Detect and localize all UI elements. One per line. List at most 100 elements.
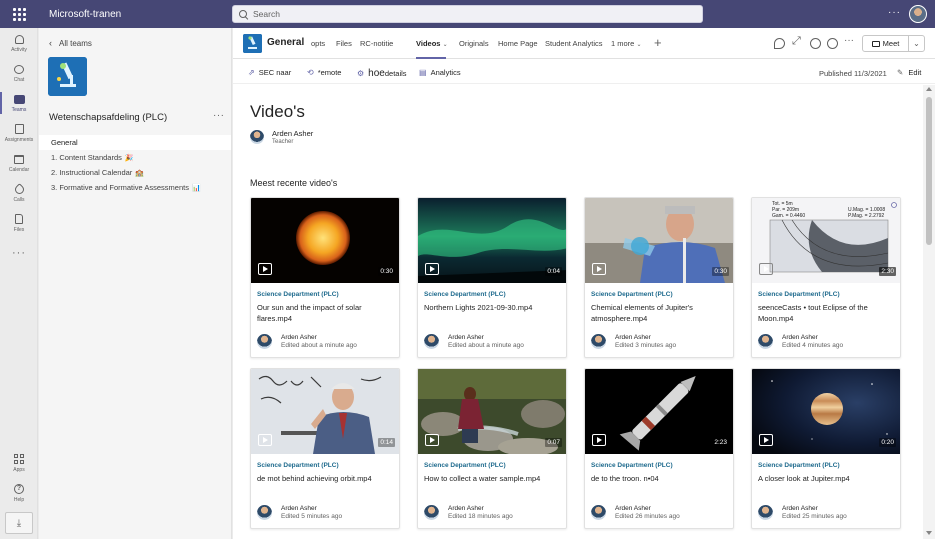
add-tab-icon[interactable]: + xyxy=(654,35,662,50)
tab-videos[interactable]: Videos ⌄ xyxy=(416,39,448,48)
published-date: Published 11/3/2021 xyxy=(819,69,887,78)
rail-item-files[interactable]: Files xyxy=(0,208,38,238)
video-title[interactable]: Our sun and the impact of solar flares.m… xyxy=(257,303,397,324)
command-bar: ⇗ SEC naar ⟲ *emote ⚙ hoe details ▤ Anal… xyxy=(233,60,935,84)
video-department[interactable]: Science Department (PLC) xyxy=(758,462,840,469)
avatar xyxy=(758,334,773,349)
video-card[interactable]: Tot. = 5m Par. = 209m Gam. = 0.4460 U.Ma… xyxy=(751,197,901,358)
video-title[interactable]: de to the troon. n•04 xyxy=(591,474,731,485)
details-command[interactable]: ⚙ hoe details xyxy=(357,68,407,79)
video-card[interactable]: 0:07 Science Department (PLC) How to col… xyxy=(417,368,567,529)
video-title[interactable]: Chemical elements of Jupiter's atmospher… xyxy=(591,303,731,324)
channel-item-instructional-calendar[interactable]: 2. Instructional Calendar 🏫 xyxy=(39,165,231,180)
section-title: Meest recente video's xyxy=(250,178,338,188)
more-options-icon[interactable]: ··· xyxy=(888,7,901,18)
apps-icon xyxy=(14,454,24,464)
globe-icon[interactable] xyxy=(827,38,838,49)
team-more-icon[interactable]: ··· xyxy=(213,110,225,121)
scroll-thumb[interactable] xyxy=(926,97,932,245)
video-department[interactable]: Science Department (PLC) xyxy=(591,462,673,469)
profile-avatar[interactable] xyxy=(909,5,927,23)
author-role: Teacher xyxy=(272,139,294,145)
video-card[interactable]: 0:30 Science Department (PLC) Chemical e… xyxy=(584,197,734,358)
vertical-scrollbar[interactable] xyxy=(923,85,935,539)
all-teams-link[interactable]: ‹ All teams xyxy=(49,38,92,48)
video-department[interactable]: Science Department (PLC) xyxy=(257,462,339,469)
tab-files[interactable]: Files xyxy=(336,39,352,48)
channel-item-general[interactable]: General xyxy=(39,135,231,150)
rail-item-teams[interactable]: Teams xyxy=(0,88,38,118)
command-label: *emote xyxy=(317,68,342,77)
share-command[interactable]: ⇗ SEC naar xyxy=(248,68,291,77)
play-icon[interactable] xyxy=(425,263,439,275)
video-card[interactable]: 0:14 Science Department (PLC) de mot beh… xyxy=(250,368,400,529)
scroll-down-arrow[interactable] xyxy=(926,531,932,535)
tab-rc-notitie[interactable]: RC-notitie xyxy=(360,39,393,48)
scroll-up-arrow[interactable] xyxy=(926,87,932,91)
more-options-icon[interactable]: ··· xyxy=(844,35,855,46)
tab-originals[interactable]: Originals xyxy=(459,39,489,48)
video-department[interactable]: Science Department (PLC) xyxy=(424,462,506,469)
rail-item-calendar[interactable]: Calendar xyxy=(0,148,38,178)
meet-options-button[interactable]: ⌄ xyxy=(908,35,925,52)
play-icon[interactable] xyxy=(425,434,439,446)
video-department[interactable]: Science Department (PLC) xyxy=(758,291,840,298)
video-edited-time: Edited 5 minutes ago xyxy=(281,513,343,520)
video-department[interactable]: Science Department (PLC) xyxy=(257,291,339,298)
play-icon[interactable] xyxy=(258,434,272,446)
rail-item-apps[interactable]: Apps xyxy=(0,448,38,478)
app-launcher-button[interactable] xyxy=(0,0,38,28)
video-card[interactable]: 0:30 Science Department (PLC) Our sun an… xyxy=(250,197,400,358)
rail-item-activity[interactable]: Activity xyxy=(0,28,38,58)
rail-item-more[interactable]: ··· xyxy=(0,238,38,268)
video-title[interactable]: seenceCasts • tout Eclipse of the Moon.m… xyxy=(758,303,898,324)
video-edited-time: Edited 3 minutes ago xyxy=(615,342,677,349)
tab-opts[interactable]: opts xyxy=(311,39,325,48)
edit-button[interactable]: ✎ Edit xyxy=(897,68,921,77)
page-content: Video's Arden Asher Teacher Meest recent… xyxy=(233,85,923,539)
video-byline: Arden Asher Edited 26 minutes ago xyxy=(591,505,680,520)
refresh-icon[interactable] xyxy=(810,38,821,49)
settings-icon: ⚙ xyxy=(357,69,365,78)
play-icon[interactable] xyxy=(592,263,606,275)
channel-team-logo xyxy=(243,34,262,53)
video-title[interactable]: A closer look at Jupiter.mp4 xyxy=(758,474,898,485)
download-button[interactable]: ⤓ xyxy=(5,512,33,534)
video-department[interactable]: Science Department (PLC) xyxy=(591,291,673,298)
pencil-icon: ✎ xyxy=(897,68,904,77)
video-title[interactable]: Northern Lights 2021-09-30.mp4 xyxy=(424,303,564,314)
video-card[interactable]: 2:23 Science Department (PLC) de to the … xyxy=(584,368,734,529)
search-box[interactable]: Search xyxy=(232,5,703,23)
video-card[interactable]: 0:20 Science Department (PLC) A closer l… xyxy=(751,368,901,529)
play-icon[interactable] xyxy=(759,263,773,275)
video-card[interactable]: 0:04 Science Department (PLC) Northern L… xyxy=(417,197,567,358)
rail-item-calls[interactable]: Calls xyxy=(0,178,38,208)
party-emoji-icon: 🎉 xyxy=(124,154,134,162)
tab-student-analytics[interactable]: Student Analytics xyxy=(545,39,603,48)
chat-icon xyxy=(14,64,24,74)
channel-item-assessments[interactable]: 3. Formative and Formative Assessments 📊 xyxy=(39,180,231,195)
video-department[interactable]: Science Department (PLC) xyxy=(424,291,506,298)
rail-label: Calls xyxy=(13,196,25,203)
channel-item-content-standards[interactable]: 1. Content Standards 🎉 xyxy=(39,150,231,165)
video-title[interactable]: How to collect a water sample.mp4 xyxy=(424,474,564,485)
emote-command[interactable]: ⟲ *emote xyxy=(307,68,341,77)
video-author: Arden Asher xyxy=(615,334,651,341)
rail-item-help[interactable]: ? Help xyxy=(0,478,38,508)
video-author: Arden Asher xyxy=(448,505,484,512)
play-icon[interactable] xyxy=(258,263,272,275)
tab-more[interactable]: 1 more ⌄ xyxy=(611,39,641,48)
analytics-command[interactable]: ▤ Analytics xyxy=(419,68,461,77)
video-duration: 0:30 xyxy=(712,267,729,276)
meet-button[interactable]: Meet xyxy=(862,35,909,52)
play-icon[interactable] xyxy=(592,434,606,446)
rail-item-assignments[interactable]: Assignments xyxy=(0,118,38,148)
tab-home-page[interactable]: Home Page xyxy=(498,39,538,48)
conversation-icon[interactable] xyxy=(774,38,785,49)
play-icon[interactable] xyxy=(759,434,773,446)
expand-icon[interactable] xyxy=(792,35,804,49)
rail-item-chat[interactable]: Chat xyxy=(0,58,38,88)
bell-icon xyxy=(14,34,24,44)
video-title[interactable]: de mot behind achieving orbit.mp4 xyxy=(257,474,397,485)
avatar xyxy=(250,130,264,144)
